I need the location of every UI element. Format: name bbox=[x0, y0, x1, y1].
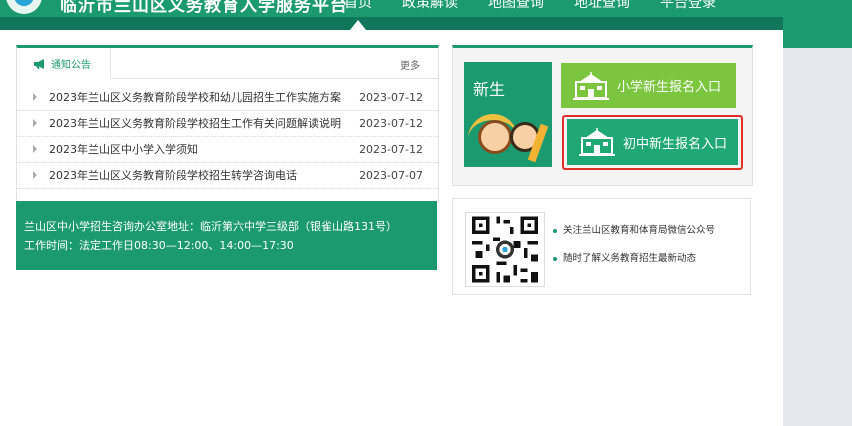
active-nav-pointer bbox=[350, 20, 366, 30]
contact-hours: 工作时间：法定工作日08:30—12:00、14:00—17:30 bbox=[24, 239, 294, 252]
megaphone-icon bbox=[33, 58, 47, 70]
new-student-card: 新生 bbox=[464, 62, 552, 167]
notice-tabbar: 通知公告 更多 bbox=[17, 48, 438, 79]
contact-address: 兰山区中小学招生咨询办公室地址：临沂第六中学三级部（银雀山路131号） bbox=[24, 220, 397, 233]
notice-date: 2023-07-12 bbox=[359, 91, 423, 104]
notice-title[interactable]: 2023年兰山区义务教育阶段学校招生工作有关问题解读说明 bbox=[49, 111, 341, 136]
tab-notice-label: 通知公告 bbox=[51, 60, 91, 71]
notice-item[interactable]: 2023年兰山区义务教育阶段学校和幼儿园招生工作实施方案 2023-07-12 bbox=[17, 85, 438, 111]
new-student-label: 新生 bbox=[473, 80, 506, 99]
more-link[interactable]: 更多 bbox=[400, 57, 420, 72]
highlight-box bbox=[562, 115, 743, 170]
site-logo[interactable] bbox=[6, 0, 42, 14]
qr-code-image bbox=[465, 212, 545, 287]
site-title[interactable]: 临沂市兰山区义务教育入学服务平台 bbox=[60, 0, 348, 16]
notice-item[interactable]: 2023年兰山区中小学入学须知 2023-07-12 bbox=[17, 137, 438, 163]
enroll-panel: 新生 小学新生报名入口 初中新生报名入口 bbox=[452, 45, 753, 186]
bullet-arrow-icon bbox=[33, 119, 37, 127]
notice-date: 2023-07-12 bbox=[359, 117, 423, 130]
qr-description: 关注兰山区教育和体育局微信公众号 随时了解义务教育招生最新动态 bbox=[553, 223, 715, 279]
primary-enroll-label: 小学新生报名入口 bbox=[617, 80, 722, 95]
notice-title[interactable]: 2023年兰山区中小学入学须知 bbox=[49, 137, 198, 162]
bullet-arrow-icon bbox=[33, 171, 37, 179]
notice-date: 2023-07-07 bbox=[359, 169, 423, 182]
nav-login[interactable]: 平台登录 bbox=[660, 0, 716, 12]
contact-banner: 兰山区中小学招生咨询办公室地址：临沂第六中学三级部（银雀山路131号） 工作时间… bbox=[16, 201, 437, 270]
wechat-qr-panel: 关注兰山区教育和体育局微信公众号 随时了解义务教育招生最新动态 bbox=[452, 198, 751, 295]
kid-illustration bbox=[478, 120, 512, 154]
notice-item[interactable]: 2023年兰山区义务教育阶段学校招生工作有关问题解读说明 2023-07-12 bbox=[17, 111, 438, 137]
school-building-icon bbox=[573, 71, 609, 100]
right-gray-area bbox=[783, 48, 852, 426]
bullet-arrow-icon bbox=[33, 145, 37, 153]
qr-line-news: 随时了解义务教育招生最新动态 bbox=[553, 251, 715, 279]
notice-list: 2023年兰山区义务教育阶段学校和幼儿园招生工作实施方案 2023-07-12 … bbox=[17, 85, 438, 189]
notice-title[interactable]: 2023年兰山区义务教育阶段学校和幼儿园招生工作实施方案 bbox=[49, 85, 341, 110]
main-nav: 首页 政策解读 地图查询 地址查询 平台登录 bbox=[344, 0, 716, 12]
nav-map-query[interactable]: 地图查询 bbox=[488, 0, 544, 12]
qr-line-follow: 关注兰山区教育和体育局微信公众号 bbox=[553, 223, 715, 251]
notice-date: 2023-07-12 bbox=[359, 143, 423, 156]
tab-notice[interactable]: 通知公告 bbox=[17, 48, 111, 79]
nav-address-query[interactable]: 地址查询 bbox=[574, 0, 630, 12]
primary-enroll-button[interactable]: 小学新生报名入口 bbox=[561, 63, 736, 108]
notice-item[interactable]: 2023年兰山区义务教育阶段学校招生转学咨询电话 2023-07-07 bbox=[17, 163, 438, 189]
nav-home[interactable]: 首页 bbox=[344, 0, 372, 12]
top-header: 临沂市兰山区义务教育入学服务平台 首页 政策解读 地图查询 地址查询 平台登录 bbox=[0, 0, 852, 30]
notice-title[interactable]: 2023年兰山区义务教育阶段学校招生转学咨询电话 bbox=[49, 163, 297, 188]
header-nav-strip bbox=[0, 17, 852, 30]
notice-panel: 通知公告 更多 2023年兰山区义务教育阶段学校和幼儿园招生工作实施方案 202… bbox=[16, 45, 439, 203]
bullet-arrow-icon bbox=[33, 93, 37, 101]
nav-policy[interactable]: 政策解读 bbox=[402, 0, 458, 12]
right-header-extension bbox=[783, 0, 852, 48]
